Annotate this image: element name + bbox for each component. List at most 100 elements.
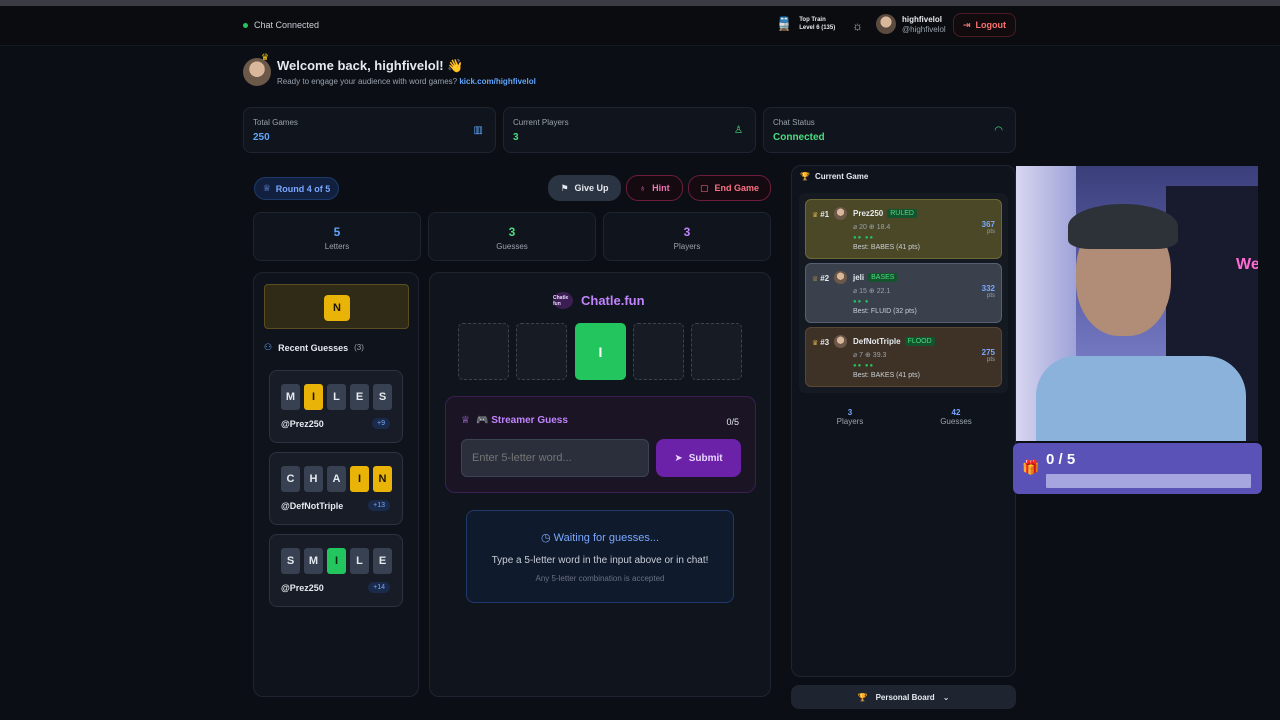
letter-tile: S (373, 384, 392, 410)
theme-toggle-icon[interactable]: ☼ (852, 19, 863, 33)
stat-label: Current Players (513, 118, 569, 127)
personal-board-label: Personal Board (875, 692, 935, 702)
player-name-row: Prez250 RULED (853, 209, 917, 218)
brand-name: Chatle.fun (581, 293, 645, 308)
player-score-value: 367 (981, 220, 995, 229)
rank-crown-icon: ♕ (812, 276, 821, 283)
waiting-box: ◷ Waiting for guesses... Type a 5-letter… (466, 510, 734, 603)
letter-tile: I (327, 548, 346, 574)
submit-button[interactable]: ➤ Submit (656, 439, 741, 477)
hint-button[interactable]: ♁ Hint (626, 175, 683, 201)
hint-letter-strip: N (264, 284, 409, 329)
player-name: jeli (853, 273, 865, 282)
letter-tile: C (281, 466, 300, 492)
mini-stat-label: Players (673, 242, 701, 251)
guess-card: S M I L E @Prez250 +14 (269, 534, 403, 607)
player-name-row: jeli BASES (853, 273, 898, 282)
letter-tile: M (304, 548, 323, 574)
guess-tiles: CHAIN (281, 466, 392, 492)
top-train[interactable]: 🚆 Top Train Level 6 (135) (776, 16, 835, 32)
letter-tile: L (350, 548, 369, 574)
stat-label: Total Games (253, 118, 298, 127)
logout-button[interactable]: ⇥ Logout (953, 13, 1016, 37)
round-badge: ♕ Round 4 of 5 (254, 177, 339, 200)
guesses-stat: 42 Guesses (926, 408, 986, 426)
player-word-tag: BASES (868, 273, 898, 282)
mini-stat-value: 5 (333, 225, 341, 239)
goal-progress-bar (1046, 474, 1251, 488)
chart-icon: ▥ (473, 125, 483, 136)
player-score-unit: pts (986, 293, 995, 299)
train-icon: 🚆 (776, 16, 793, 31)
webcam-person-body (1036, 356, 1246, 441)
letter-tile: E (373, 548, 392, 574)
end-game-label: End Game (714, 183, 760, 193)
leaderboard-row: ♛ #1 Prez250 RULED ⌀ 20 ⊕ 18.4 ●● ●● Best: BA… (805, 199, 1002, 259)
waiting-title: ◷ Waiting for guesses... (467, 531, 733, 544)
brand: Chatle fun Chatle.fun (553, 292, 645, 309)
streamer-guess-header: ♕ 🎮 Streamer Guess (461, 415, 568, 426)
stat-card-1: Current Players 3 ♙ (503, 107, 756, 153)
status-dot (243, 22, 248, 28)
player-score-unit: pts (986, 229, 995, 235)
letter-tile: E (350, 384, 369, 410)
wifi-icon: ◠ (994, 125, 1003, 136)
letter-tile: S (281, 548, 300, 574)
send-icon: ➤ (674, 452, 683, 464)
player-score: 332 pts (982, 284, 995, 299)
waiting-line2: Any 5-letter combination is accepted (535, 574, 665, 583)
board-tile (458, 323, 509, 380)
flag-icon: ⚑ (560, 182, 569, 193)
player-dots: ●● ● (853, 299, 870, 305)
clock-icon: ◷ (540, 532, 551, 544)
leaderboard-row: ♛ #3 DefNotTriple FLOOD ⌀ 7 ⊕ 39.3 ●● ●● Best… (805, 327, 1002, 387)
word-input[interactable] (461, 439, 649, 477)
player-score-value: 275 (981, 348, 995, 357)
players-count: 3 (847, 408, 853, 417)
rank-crown-icon: ♛ (812, 212, 821, 219)
stat-value: 3 (513, 132, 519, 143)
user-handle: @highfivelol (902, 24, 946, 34)
crown-icon: ♕ (461, 415, 470, 426)
chat-status: Chat Connected (243, 20, 319, 30)
player-score-value: 332 (981, 284, 995, 293)
player-rank: ♛ #1 (812, 210, 829, 219)
logout-icon: ⇥ (962, 19, 971, 30)
give-up-button[interactable]: ⚑ Give Up (548, 175, 621, 201)
recent-guesses-count: (3) (354, 343, 364, 352)
player-avatar (834, 335, 847, 348)
mini-stat-label: Letters (324, 242, 350, 251)
rank-label: #3 (820, 338, 830, 347)
crown-icon: ♕ (262, 183, 271, 193)
guess-user: @Prez250 (281, 583, 324, 593)
round-label: Round 4 of 5 (275, 183, 331, 194)
player-name: DefNotTriple (853, 337, 901, 346)
guess-tiles: SMILE (281, 548, 392, 574)
welcome-header: ♛ Welcome back, highfivelol! 👋 Ready to … (243, 52, 536, 86)
square-icon: ▢ (699, 182, 709, 193)
end-game-button[interactable]: ▢ End Game (688, 175, 771, 201)
player-name: Prez250 (853, 209, 884, 218)
board-tile (691, 323, 742, 380)
player-avatar (834, 207, 847, 220)
player-word-tag: RULED (887, 209, 917, 218)
give-up-label: Give Up (574, 183, 609, 193)
channel-link[interactable]: kick.com/highfivelol (459, 77, 535, 86)
gift-icon: 🎁 (1022, 459, 1040, 475)
current-game-title: Current Game (814, 172, 869, 181)
mini-stat-1: 3 Guesses (428, 212, 596, 261)
user-menu[interactable]: highfivelol @highfivelol (876, 14, 946, 34)
board-tile (516, 323, 567, 380)
stat-card-2: Chat Status Connected ◠ (763, 107, 1016, 153)
player-avatar (834, 271, 847, 284)
guess-card: M I L E S @Prez250 +9 (269, 370, 403, 443)
personal-board-button[interactable]: 🏆 Personal Board ⌄ (791, 685, 1016, 709)
train-level: Level 6 (135) (799, 25, 836, 31)
player-dots: ●● ●● (853, 363, 875, 369)
rank-label: #2 (820, 274, 830, 283)
guess-points-badge: +9 (372, 418, 390, 429)
chat-status-label: Chat Connected (254, 20, 320, 30)
welcome-avatar: ♛ (243, 52, 271, 86)
welcome-title: Welcome back, highfivelol! 👋 (277, 58, 464, 73)
player-word-tag: FLOOD (904, 337, 935, 346)
